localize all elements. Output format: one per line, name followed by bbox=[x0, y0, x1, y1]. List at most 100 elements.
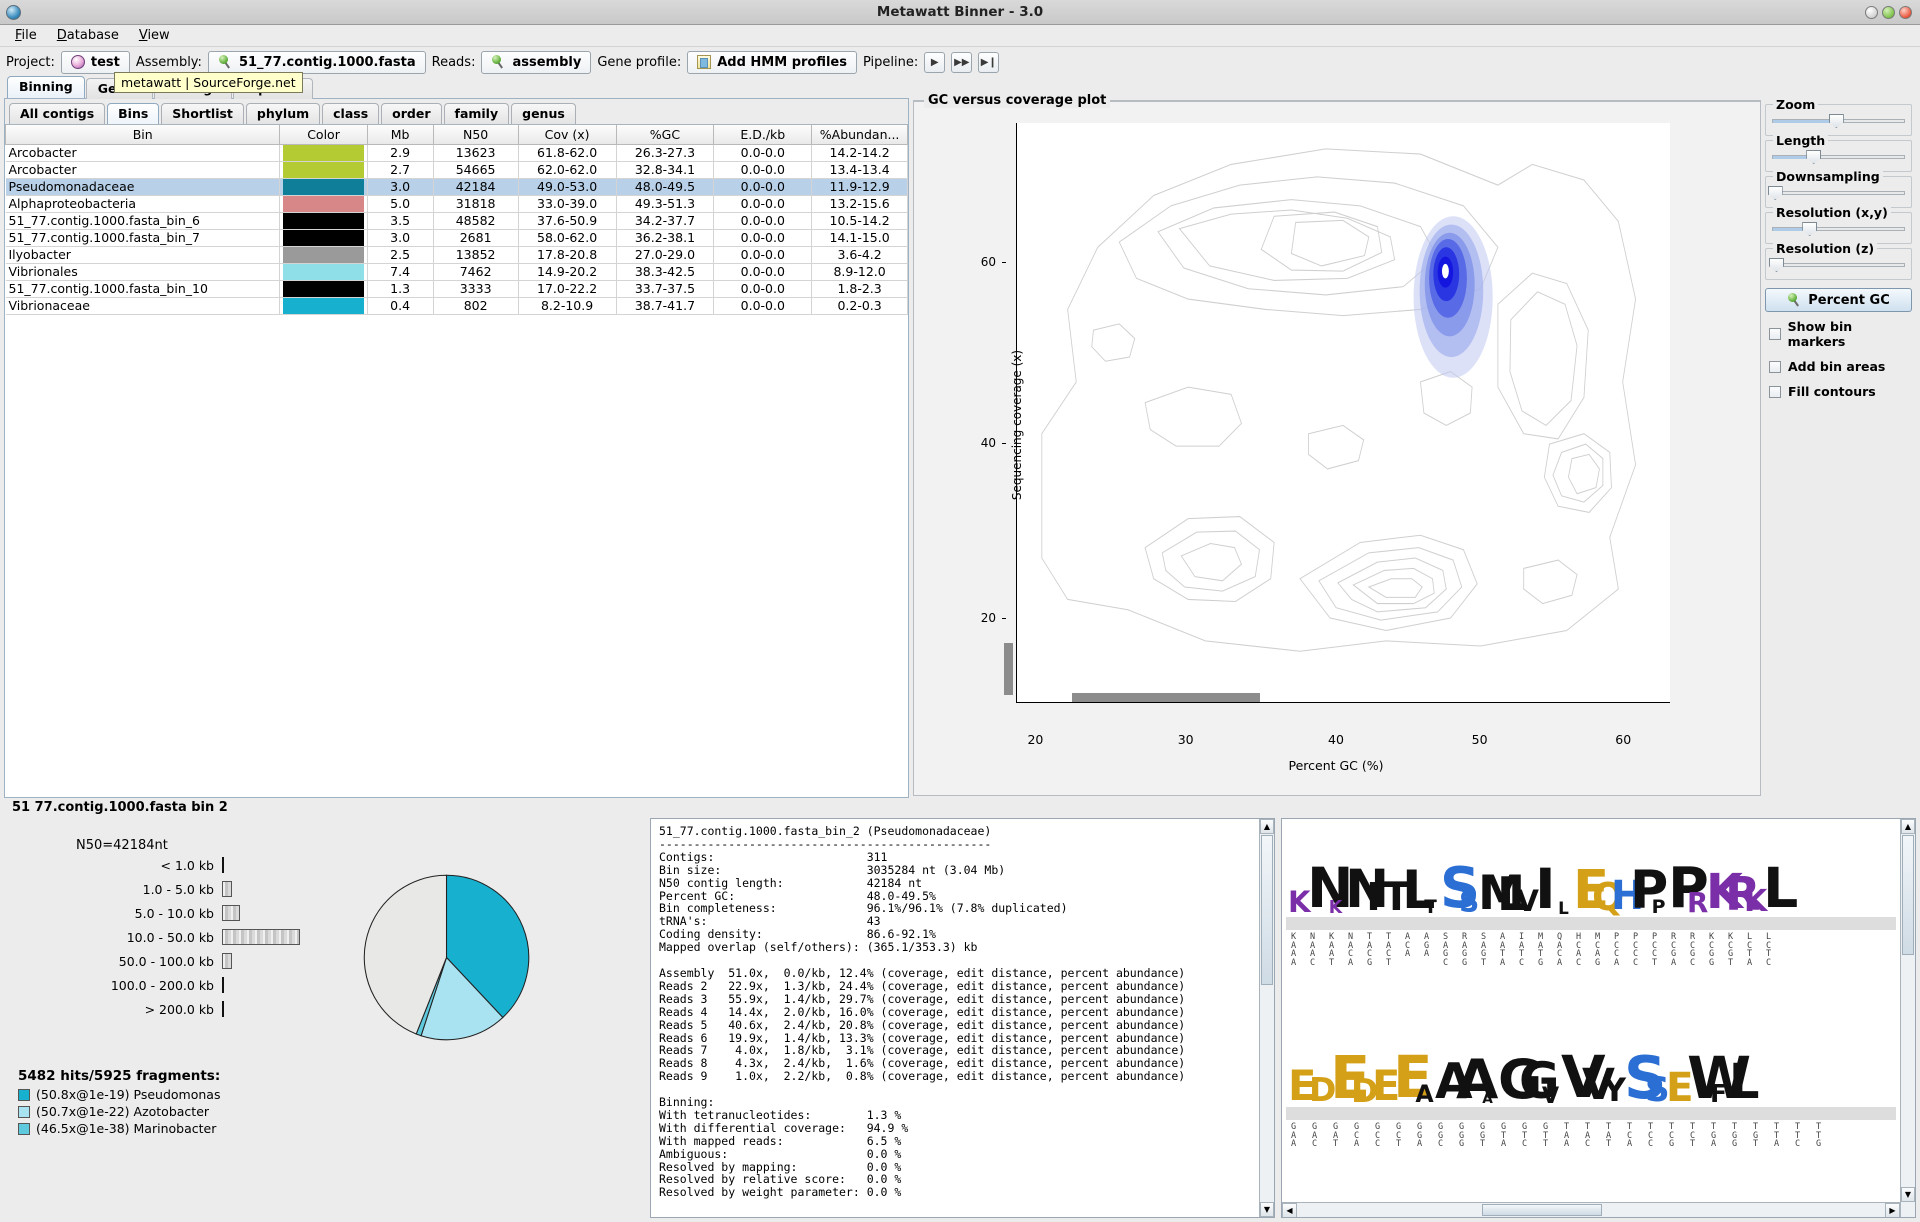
report-vertical-scrollbar[interactable]: ▲ ▼ bbox=[1259, 819, 1274, 1217]
add-hmm-profiles-button[interactable]: Add HMM profiles bbox=[687, 50, 857, 74]
cell-abundance: 8.9-12.0 bbox=[811, 263, 908, 281]
add-bin-areas-checkbox[interactable]: Add bin areas bbox=[1765, 356, 1912, 377]
color-swatch[interactable] bbox=[283, 195, 364, 211]
cell-abundance: 1.8-2.3 bbox=[811, 280, 908, 298]
plot-canvas[interactable] bbox=[1016, 123, 1670, 703]
reads-button[interactable]: assembly bbox=[481, 50, 592, 74]
scrollbar-thumb[interactable] bbox=[1482, 1204, 1602, 1216]
column-header-6[interactable]: E.D./kb bbox=[713, 125, 813, 145]
color-swatch[interactable] bbox=[283, 280, 364, 296]
scroll-up-icon[interactable]: ▲ bbox=[1260, 819, 1274, 834]
color-swatch[interactable] bbox=[283, 161, 364, 177]
cell-color[interactable] bbox=[279, 263, 368, 281]
column-header-0[interactable]: Bin bbox=[5, 125, 281, 145]
pipeline-run-button[interactable]: ▶ bbox=[924, 51, 946, 73]
cell-color[interactable] bbox=[279, 246, 368, 264]
legend-label: (46.5x@1e-38) Marinobacter bbox=[36, 1121, 217, 1136]
column-header-3[interactable]: N50 bbox=[432, 125, 519, 145]
color-swatch[interactable] bbox=[283, 246, 364, 262]
bin-report-panel[interactable]: 51_77.contig.1000.fasta_bin_2 (Pseudomon… bbox=[650, 818, 1275, 1218]
cell-color[interactable] bbox=[279, 144, 368, 162]
cell-color[interactable] bbox=[279, 195, 368, 213]
table-row[interactable]: 51_77.contig.1000.fasta_bin_7 3.0 2681 58.0… bbox=[5, 229, 908, 247]
resolution-xy-control: Resolution (x,y) bbox=[1765, 205, 1912, 244]
logo-codon: PCCT bbox=[1651, 932, 1658, 968]
color-swatch[interactable] bbox=[283, 212, 364, 228]
table-row[interactable]: Arcobacter 2.9 13623 61.8-62.0 26.3-27.3 0.0-… bbox=[5, 144, 908, 162]
subtab-class[interactable]: class bbox=[322, 103, 380, 124]
pipeline-step-button[interactable]: ▶❙ bbox=[978, 51, 1000, 73]
subtab-all-contigs[interactable]: All contigs bbox=[9, 103, 106, 124]
logo-codon: AATA bbox=[1499, 932, 1506, 968]
scroll-up-icon[interactable]: ▲ bbox=[1901, 819, 1915, 834]
taxonomy-pie-chart[interactable] bbox=[359, 870, 534, 1045]
cell-color[interactable] bbox=[279, 161, 368, 179]
subtab-bins[interactable]: Bins bbox=[107, 103, 160, 124]
cell-color[interactable] bbox=[279, 212, 368, 230]
tab-binning[interactable]: Binning bbox=[7, 76, 85, 98]
close-button[interactable] bbox=[1899, 5, 1912, 19]
subtab-family[interactable]: family bbox=[443, 103, 510, 124]
pipeline-forward-button[interactable]: ▶▶ bbox=[951, 51, 973, 73]
column-header-5[interactable]: %GC bbox=[615, 125, 715, 145]
color-swatch[interactable] bbox=[283, 178, 364, 194]
color-swatch[interactable] bbox=[283, 263, 364, 279]
table-row[interactable]: Alphaproteobacteria 5.0 31818 33.0-39.0 49.3… bbox=[5, 195, 908, 213]
subtab-phylum[interactable]: phylum bbox=[245, 103, 321, 124]
table-row[interactable]: Pseudomonadaceae 3.0 42184 49.0-53.0 48.0-49… bbox=[5, 178, 908, 196]
menu-view[interactable]: View bbox=[130, 26, 179, 45]
scrollbar-thumb[interactable] bbox=[1902, 835, 1914, 955]
table-row[interactable]: 51_77.contig.1000.fasta_bin_10 1.3 3333 17.… bbox=[5, 280, 908, 298]
column-header-7[interactable]: %Abundan... bbox=[811, 125, 908, 145]
show-bin-markers-checkbox[interactable]: Show bin markers bbox=[1765, 316, 1912, 352]
logo-codon: KAAA bbox=[1290, 932, 1297, 968]
cell-color[interactable] bbox=[279, 178, 368, 196]
assembly-label: Assembly: bbox=[135, 54, 202, 70]
x-axis bbox=[1016, 702, 1670, 703]
length-slider[interactable] bbox=[1772, 150, 1905, 164]
fill-contours-checkbox[interactable]: Fill contours bbox=[1765, 381, 1912, 402]
scroll-left-icon[interactable]: ◀ bbox=[1282, 1203, 1297, 1217]
cell-color[interactable] bbox=[279, 297, 368, 315]
x-tick-30: 30 bbox=[1177, 732, 1194, 747]
color-swatch[interactable] bbox=[283, 229, 364, 245]
menu-file[interactable]: File bbox=[6, 26, 46, 45]
subtab-order[interactable]: order bbox=[381, 103, 442, 124]
cell-color[interactable] bbox=[279, 229, 368, 247]
maximize-button[interactable] bbox=[1882, 5, 1895, 19]
table-row[interactable]: Arcobacter 2.7 54665 62.0-62.0 32.8-34.1 0.0-… bbox=[5, 161, 908, 179]
bins-table-container[interactable]: Bin Color Mb N50 Cov (x) %GC E.D./kb %Abundan..… bbox=[5, 125, 908, 797]
assembly-button[interactable]: 51_77.contig.1000.fasta bbox=[207, 50, 426, 74]
downsampling-slider[interactable] bbox=[1767, 186, 1905, 200]
minimize-button[interactable] bbox=[1865, 5, 1878, 19]
subtab-shortlist[interactable]: Shortlist bbox=[161, 103, 244, 124]
percent-gc-button[interactable]: Percent GC bbox=[1765, 288, 1912, 312]
plot-vertical-scrollbar[interactable] bbox=[1004, 643, 1013, 695]
gc-coverage-plot[interactable]: GC versus coverage plot 60 40 20 20 30 4… bbox=[913, 93, 1761, 796]
resolution-z-slider[interactable] bbox=[1768, 258, 1905, 272]
scroll-right-icon[interactable]: ▶ bbox=[1885, 1203, 1900, 1217]
resolution-xy-slider[interactable] bbox=[1772, 222, 1905, 236]
zoom-slider[interactable] bbox=[1772, 114, 1905, 128]
color-swatch[interactable] bbox=[283, 297, 364, 313]
scrollbar-thumb[interactable] bbox=[1261, 835, 1273, 985]
histogram-bar bbox=[222, 977, 224, 993]
logo-horizontal-scrollbar[interactable]: ◀ ▶ bbox=[1282, 1202, 1900, 1217]
menu-database[interactable]: Database bbox=[48, 26, 128, 45]
subtab-genus[interactable]: genus bbox=[511, 103, 576, 124]
color-swatch[interactable] bbox=[283, 144, 364, 160]
project-icon bbox=[70, 55, 85, 69]
scroll-down-icon[interactable]: ▼ bbox=[1260, 1202, 1274, 1217]
table-row[interactable]: 51_77.contig.1000.fasta_bin_6 3.5 48582 37.… bbox=[5, 212, 908, 230]
plot-horizontal-scrollbar[interactable] bbox=[1072, 693, 1260, 702]
table-row[interactable]: Ilyobacter 2.5 13852 17.8-20.8 27.0-29.0 0.0-… bbox=[5, 246, 908, 264]
project-button[interactable]: test bbox=[60, 50, 130, 74]
cell-color[interactable] bbox=[279, 280, 368, 298]
table-row[interactable]: Vibrionales 7.4 7462 14.9-20.2 38.3-42.5 0.0-… bbox=[5, 263, 908, 281]
column-header-2[interactable]: Mb bbox=[366, 125, 434, 145]
column-header-1[interactable]: Color bbox=[279, 125, 368, 145]
sequence-logo-panel[interactable]: KNKNITLTSSMLVILEQHPPPRKRKLKAAANAACKAATNA… bbox=[1281, 818, 1916, 1218]
table-row[interactable]: Vibrionaceae 0.4 802 8.2-10.9 38.7-41.7 0.0-0… bbox=[5, 297, 908, 315]
column-header-4[interactable]: Cov (x) bbox=[517, 125, 617, 145]
logo-vertical-scrollbar[interactable]: ▲ ▼ bbox=[1900, 819, 1915, 1217]
